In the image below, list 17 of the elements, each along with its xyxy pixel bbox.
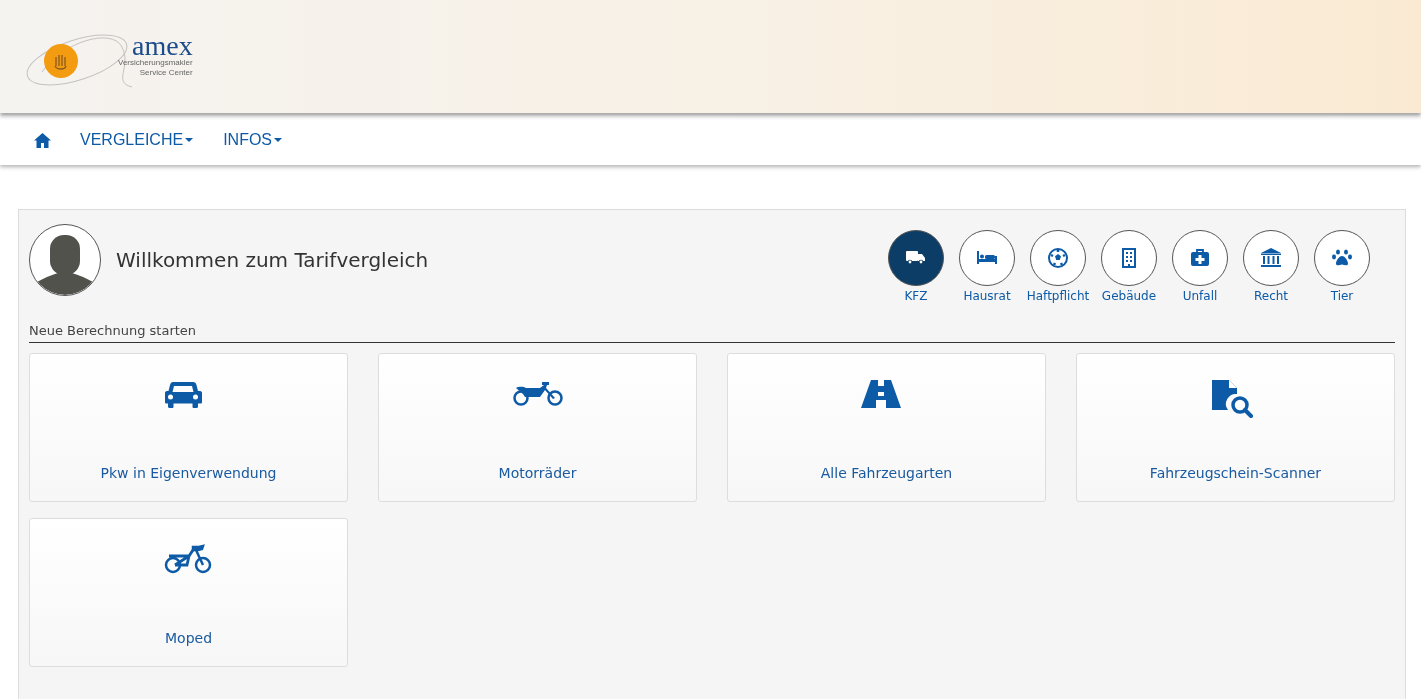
nav-menu[interactable]: INFOS [208, 131, 298, 149]
section-heading: Neue Berechnung starten [29, 323, 1395, 343]
welcome-title: Willkommen zum Tarifvergleich [116, 248, 429, 272]
nav-menu[interactable]: VERGLEICHE [65, 131, 209, 149]
vehicle-tile[interactable]: Pkw in Eigenverwendung [29, 353, 348, 502]
first-aid-kit-icon [1189, 247, 1211, 269]
vehicle-tile[interactable]: Motorräder [378, 353, 697, 502]
logo-tagline: Versicherungsmakler [118, 57, 193, 68]
caret-icon [185, 138, 194, 142]
logo-name: amex [132, 33, 193, 58]
vehicle-tile[interactable]: Fahrzeugschein-Scanner [1076, 353, 1395, 502]
vehicle-tile[interactable]: Alle Fahrzeugarten [727, 353, 1046, 502]
caret-icon [274, 138, 283, 142]
ball-icon [1047, 247, 1069, 269]
vehicle-tile[interactable]: Moped [29, 518, 348, 667]
courthouse-icon [1260, 247, 1282, 269]
logo-tagline: Service Center [139, 67, 193, 78]
